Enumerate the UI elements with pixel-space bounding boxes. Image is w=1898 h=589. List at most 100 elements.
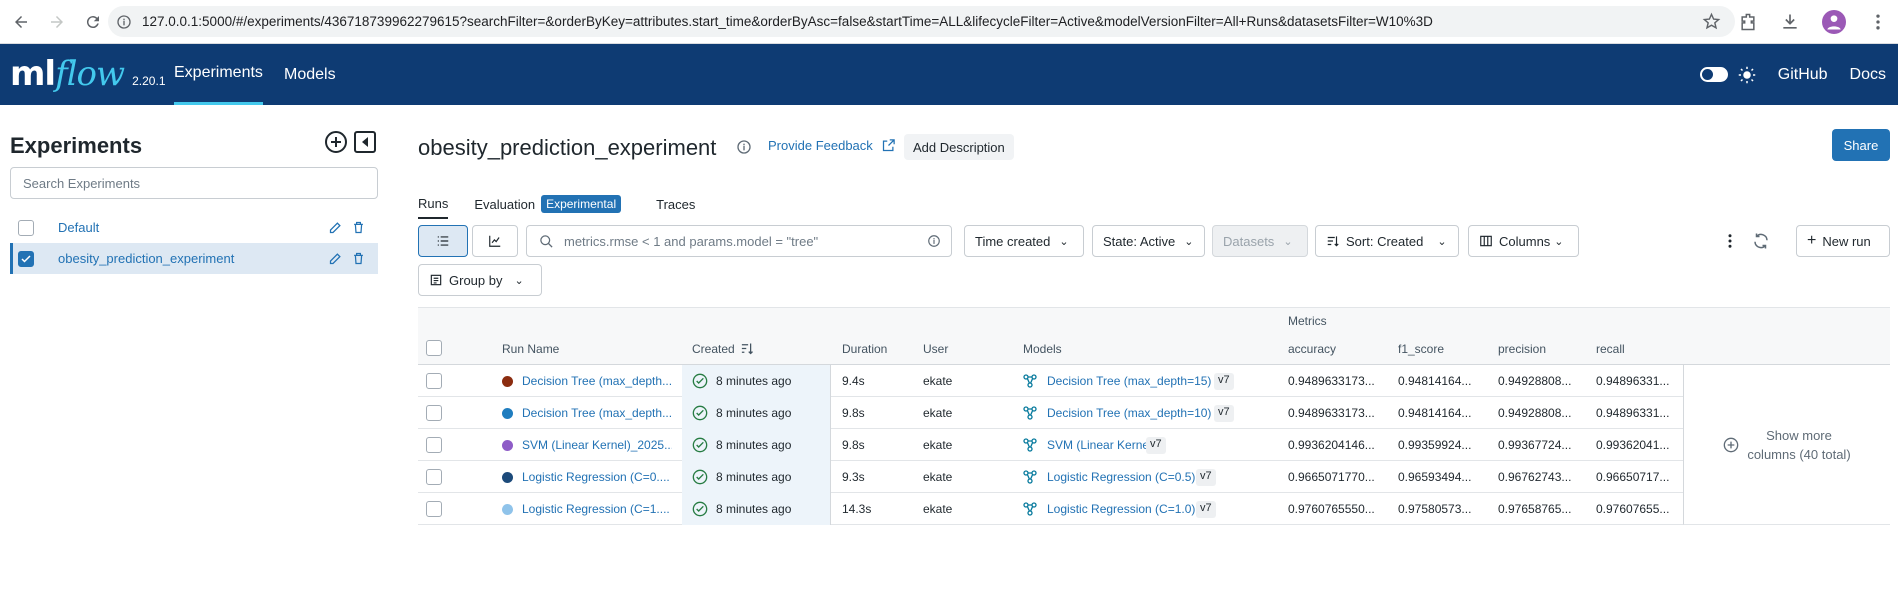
f1-score-value: 0.99359924... (1398, 438, 1472, 452)
experiment-item-default[interactable]: Default (10, 212, 378, 243)
forward-button[interactable] (42, 7, 72, 37)
run-name-link[interactable]: Logistic Regression (C=0.... (522, 470, 672, 484)
model-version-badge[interactable]: v7 (1214, 373, 1234, 390)
column-header-run-name[interactable]: Run Name (502, 342, 559, 356)
experiment-checkbox-checked[interactable] (18, 250, 34, 267)
datasets-dropdown[interactable]: Datasets ⌄ (1212, 225, 1308, 257)
run-name-link[interactable]: Logistic Regression (C=1.... (522, 502, 672, 516)
column-header-models[interactable]: Models (1023, 342, 1062, 356)
nav-tab-models[interactable]: Models (284, 44, 336, 105)
row-checkbox[interactable] (426, 405, 442, 421)
info-icon[interactable] (736, 139, 752, 155)
browser-menu-icon[interactable] (1868, 12, 1888, 32)
model-link[interactable]: Logistic Regression (C=1.0) (1047, 502, 1195, 516)
list-icon (437, 236, 449, 246)
new-run-label: New run (1822, 233, 1871, 249)
table-row[interactable]: Decision Tree (max_depth... 8 minutes ag… (418, 365, 1683, 397)
bookmark-star-icon[interactable] (1702, 12, 1721, 31)
row-checkbox[interactable] (426, 501, 442, 517)
nav-tab-experiments[interactable]: Experiments (174, 44, 263, 105)
delete-icon[interactable] (351, 251, 366, 266)
edit-icon[interactable] (328, 251, 343, 266)
model-link[interactable]: Decision Tree (max_depth=15) (1047, 374, 1211, 388)
experiment-name[interactable]: obesity_prediction_experiment (58, 251, 328, 266)
sort-desc-icon[interactable] (740, 341, 755, 356)
select-all-checkbox[interactable] (426, 340, 442, 356)
group-by-dropdown[interactable]: Group by ⌄ (418, 264, 542, 296)
run-color-dot[interactable] (502, 504, 513, 515)
column-header-accuracy[interactable]: accuracy (1288, 342, 1336, 356)
collapse-sidebar-icon[interactable] (353, 130, 377, 154)
run-color-dot[interactable] (502, 440, 513, 451)
model-version-badge[interactable]: v7 (1214, 405, 1234, 422)
tab-evaluation[interactable]: Evaluation Experimental (474, 189, 622, 219)
run-color-dot[interactable] (502, 408, 513, 419)
add-experiment-icon[interactable] (324, 130, 348, 154)
download-icon[interactable] (1780, 12, 1800, 32)
model-version-badge[interactable]: v7 (1196, 501, 1216, 518)
column-header-created[interactable]: Created (692, 342, 735, 356)
run-name-link[interactable]: Decision Tree (max_depth... (522, 374, 672, 388)
github-link[interactable]: GitHub (1778, 66, 1828, 84)
profile-avatar[interactable] (1822, 9, 1846, 34)
model-link[interactable]: SVM (Linear Kernel) (1047, 438, 1156, 452)
state-dropdown[interactable]: State: Active ⌄ (1092, 225, 1205, 257)
group-icon (430, 274, 442, 286)
time-created-dropdown[interactable]: Time created ⌄ (964, 225, 1084, 257)
accuracy-value: 0.9936204146... (1288, 438, 1375, 452)
columns-icon (1480, 235, 1492, 247)
columns-dropdown[interactable]: Columns ⌄ (1468, 225, 1579, 257)
edit-icon[interactable] (328, 220, 343, 235)
row-checkbox[interactable] (426, 469, 442, 485)
refresh-icon[interactable] (1752, 232, 1770, 250)
model-link[interactable]: Decision Tree (max_depth=10) (1047, 406, 1211, 420)
run-color-dot[interactable] (502, 376, 513, 387)
table-view-button[interactable] (418, 225, 468, 257)
success-check-icon (692, 501, 708, 517)
column-header-user[interactable]: User (923, 342, 948, 356)
delete-icon[interactable] (351, 220, 366, 235)
extensions-icon[interactable] (1738, 12, 1758, 32)
row-checkbox[interactable] (426, 373, 442, 389)
more-options-icon[interactable] (1721, 232, 1739, 250)
reload-button[interactable] (78, 7, 108, 37)
search-help-icon[interactable] (927, 234, 941, 248)
column-header-recall[interactable]: recall (1596, 342, 1625, 356)
run-name-link[interactable]: SVM (Linear Kernel)_2025... (522, 438, 672, 452)
mlflow-logo[interactable]: ml flow 2.20.1 (10, 54, 166, 94)
show-more-columns-button[interactable]: Show more columns (40 total) (1683, 365, 1890, 525)
table-row[interactable]: Logistic Regression (C=0.... 8 minutes a… (418, 461, 1683, 493)
column-header-precision[interactable]: precision (1498, 342, 1546, 356)
model-link[interactable]: Logistic Regression (C=0.5) (1047, 470, 1195, 484)
search-experiments-input[interactable] (10, 167, 378, 199)
table-row[interactable]: Logistic Regression (C=1.... 8 minutes a… (418, 493, 1683, 525)
runs-search-box[interactable] (526, 225, 952, 257)
address-bar[interactable]: 127.0.0.1:5000/#/experiments/43671873996… (108, 6, 1735, 37)
sort-dropdown[interactable]: Sort: Created ⌄ (1315, 225, 1459, 257)
new-run-button[interactable]: + New run (1796, 225, 1890, 257)
provide-feedback-link[interactable]: Provide Feedback (768, 138, 896, 153)
tab-traces[interactable]: Traces (656, 189, 695, 219)
tab-runs[interactable]: Runs (418, 189, 449, 219)
column-header-f1-score[interactable]: f1_score (1398, 342, 1444, 356)
model-version-badge[interactable]: v7 (1146, 437, 1166, 454)
column-header-duration[interactable]: Duration (842, 342, 887, 356)
table-row[interactable]: Decision Tree (max_depth... 8 minutes ag… (418, 397, 1683, 429)
dark-mode-toggle[interactable] (1699, 67, 1728, 82)
experiment-item-obesity[interactable]: obesity_prediction_experiment (10, 243, 378, 274)
site-info-icon[interactable] (116, 14, 132, 30)
table-row[interactable]: SVM (Linear Kernel)_2025... 8 minutes ag… (418, 429, 1683, 461)
back-button[interactable] (6, 7, 36, 37)
docs-link[interactable]: Docs (1850, 66, 1886, 84)
add-description-button[interactable]: Add Description (904, 134, 1014, 160)
recall-value: 0.96650717... (1596, 470, 1670, 484)
run-color-dot[interactable] (502, 472, 513, 483)
row-checkbox[interactable] (426, 437, 442, 453)
experiment-name[interactable]: Default (58, 220, 328, 235)
experiment-checkbox[interactable] (18, 219, 34, 236)
run-name-link[interactable]: Decision Tree (max_depth... (522, 406, 672, 420)
model-version-badge[interactable]: v7 (1196, 469, 1216, 486)
runs-search-input[interactable] (564, 233, 927, 249)
chart-view-button[interactable] (472, 225, 518, 257)
share-button[interactable]: Share (1832, 129, 1890, 161)
